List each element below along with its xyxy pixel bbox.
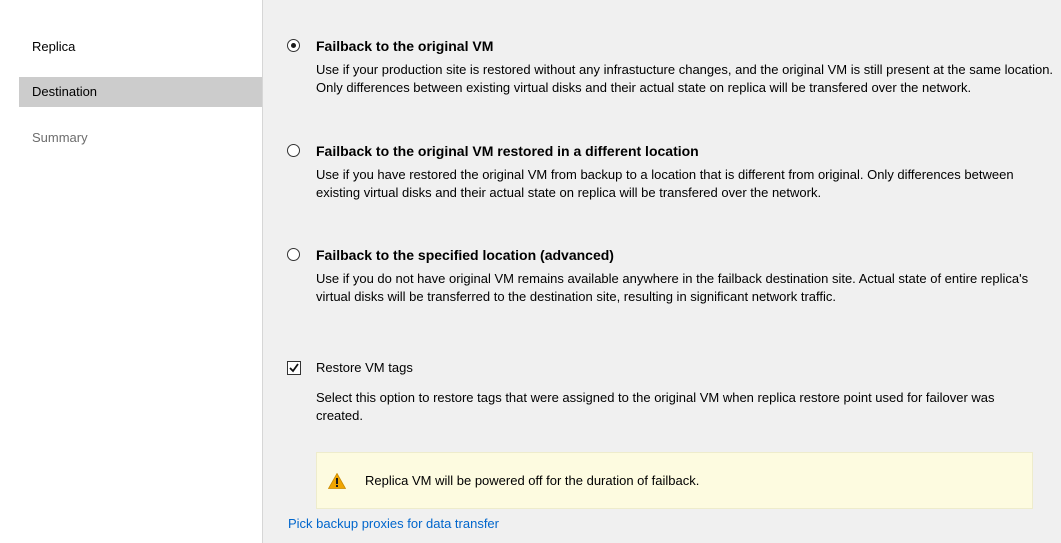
wizard-step-nav: Replica Destination Summary [0,0,263,543]
warning-text: Replica VM will be powered off for the d… [365,473,700,488]
warning-triangle-icon [327,472,347,489]
nav-item-destination[interactable]: Destination [19,77,262,107]
radio-button[interactable] [287,248,300,261]
nav-item-label: Replica [32,39,76,54]
option-title[interactable]: Failback to the specified location (adva… [316,247,614,263]
pick-backup-proxies-link[interactable]: Pick backup proxies for data transfer [288,516,499,531]
option-title[interactable]: Failback to the original VM [316,38,493,54]
nav-item-label: Summary [32,130,88,145]
restore-vm-tags-checkbox[interactable] [287,361,301,375]
restore-vm-tags-label[interactable]: Restore VM tags [316,360,413,375]
nav-item-replica[interactable]: Replica [19,32,262,62]
option-description: Use if you do not have original VM remai… [316,271,1029,304]
restore-vm-tags-description: Select this option to restore tags that … [316,390,995,423]
checkmark-icon [289,363,299,373]
option-description: Use if you have restored the original VM… [316,167,1014,200]
radio-button-selected[interactable] [287,39,300,52]
option-title[interactable]: Failback to the original VM restored in … [316,143,699,159]
radio-button[interactable] [287,144,300,157]
nav-item-summary: Summary [19,123,262,153]
option-description: Use if your production site is restored … [316,62,1054,95]
main-panel: Failback to the original VM Use if your … [263,0,1061,543]
warning-banner: Replica VM will be powered off for the d… [316,452,1033,509]
wizard-window: Replica Destination Summary Failback to … [0,0,1061,543]
nav-item-label: Destination [32,84,98,99]
